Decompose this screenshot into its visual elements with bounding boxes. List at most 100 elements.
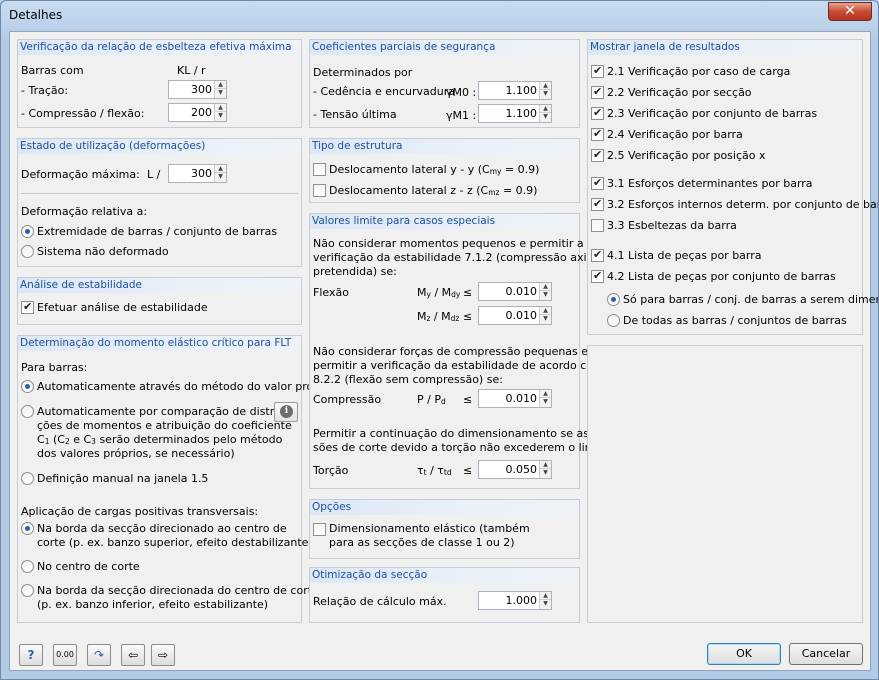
default-settings-button[interactable]: ↷ — [87, 644, 111, 666]
undeformed-system-radio[interactable] — [21, 245, 34, 258]
load-destabilizing-line2[interactable]: corte (p. ex. banzo superior, efeito des… — [37, 536, 313, 549]
sway-z-label[interactable]: Deslocamento lateral z - z (Cmz = 0.9) — [329, 184, 537, 197]
spinner-arrows[interactable]: ▲ ▼ — [539, 283, 551, 300]
up-arrow-icon[interactable]: ▲ — [215, 165, 226, 173]
parts-all-members-radio[interactable] — [607, 314, 620, 327]
cancel-button[interactable]: Cancelar — [789, 643, 863, 665]
result-checkbox-2-3[interactable] — [591, 106, 604, 120]
my-limit-spinner[interactable]: ▲▼ — [478, 282, 552, 301]
down-arrow-icon[interactable]: ▼ — [215, 173, 226, 181]
load-shear-center-label[interactable]: No centro de corte — [37, 560, 140, 573]
gamma-m1-input[interactable] — [479, 105, 540, 122]
load-stabilizing-line1[interactable]: Na borda da secção direcionada do centro… — [37, 584, 319, 597]
result-label-4-2[interactable]: 4.2 Lista de peças por conjunto de barra… — [607, 270, 836, 283]
down-arrow-icon[interactable]: ▼ — [540, 315, 551, 323]
help-button[interactable]: ? — [19, 644, 43, 666]
down-arrow-icon[interactable]: ▼ — [215, 89, 226, 97]
result-label-2-1[interactable]: 2.1 Verificação por caso de carga — [607, 65, 790, 78]
manual-definition-label[interactable]: Definição manual na janela 1.5 — [37, 472, 208, 485]
sway-z-checkbox[interactable] — [313, 184, 326, 197]
up-arrow-icon[interactable]: ▲ — [540, 105, 551, 113]
result-label-3-2[interactable]: 3.2 Esforços internos determ. por conjun… — [607, 198, 878, 211]
spinner-arrows[interactable]: ▲ ▼ — [539, 307, 551, 324]
down-arrow-icon[interactable]: ▼ — [540, 469, 551, 477]
load-destabilizing-line1[interactable]: Na borda da secção direcionado ao centro… — [37, 522, 287, 535]
compression-input[interactable] — [169, 104, 215, 121]
auto-compare-line2[interactable]: ções de momentos e atribuição do coefici… — [37, 419, 292, 432]
load-settings-button[interactable]: ⇦ — [121, 644, 145, 666]
perform-stability-label[interactable]: Efetuar análise de estabilidade — [37, 301, 208, 314]
undeformed-system-label[interactable]: Sistema não deformado — [37, 245, 169, 258]
gamma-m0-input[interactable] — [479, 82, 540, 99]
spinner-arrows[interactable]: ▲ ▼ — [539, 461, 551, 478]
result-checkbox-4-1[interactable] — [591, 248, 604, 262]
auto-compare-line4[interactable]: dos valores próprios, se necessário) — [37, 447, 235, 460]
max-ratio-input[interactable] — [479, 592, 540, 609]
number-format-button[interactable]: 0.00 — [53, 644, 77, 666]
mz-limit-input[interactable] — [479, 307, 540, 324]
spinner-arrows[interactable]: ▲ ▼ — [214, 104, 226, 121]
auto-eigenvalue-label[interactable]: Automaticamente através do método do val… — [37, 380, 335, 393]
result-checkbox-2-1[interactable] — [591, 64, 604, 78]
result-label-4-1[interactable]: 4.1 Lista de peças por barra — [607, 249, 762, 262]
down-arrow-icon[interactable]: ▼ — [540, 113, 551, 121]
up-arrow-icon[interactable]: ▲ — [540, 390, 551, 398]
result-label-2-2[interactable]: 2.2 Verificação por secção — [607, 86, 752, 99]
result-label-2-4[interactable]: 2.4 Verificação por barra — [607, 128, 743, 141]
load-stabilizing-line2[interactable]: (p. ex. banzo inferior, efeito estabiliz… — [37, 598, 268, 611]
up-arrow-icon[interactable]: ▲ — [215, 104, 226, 112]
result-checkbox-4-2[interactable] — [591, 269, 604, 283]
down-arrow-icon[interactable]: ▼ — [540, 291, 551, 299]
up-arrow-icon[interactable]: ▲ — [540, 461, 551, 469]
result-checkbox-3-3[interactable] — [591, 219, 604, 232]
close-button[interactable]: ✕ — [828, 2, 872, 21]
manual-definition-radio[interactable] — [21, 472, 34, 485]
torsion-limit-spinner[interactable]: ▲▼ — [478, 460, 552, 479]
sway-y-checkbox[interactable] — [313, 163, 326, 176]
ok-button[interactable]: OK — [707, 643, 781, 665]
load-destabilizing-radio[interactable] — [21, 522, 34, 535]
my-limit-input[interactable] — [479, 283, 540, 300]
result-checkbox-2-2[interactable] — [591, 85, 604, 99]
parts-only-designed-radio[interactable] — [607, 293, 620, 306]
result-checkbox-2-5[interactable] — [591, 148, 604, 162]
down-arrow-icon[interactable]: ▼ — [540, 90, 551, 98]
result-label-2-3[interactable]: 2.3 Verificação por conjunto de barras — [607, 107, 817, 120]
up-arrow-icon[interactable]: ▲ — [540, 283, 551, 291]
elastic-design-checkbox[interactable] — [313, 523, 326, 536]
traction-input[interactable] — [169, 81, 215, 98]
spinner-arrows[interactable]: ▲ ▼ — [539, 390, 551, 407]
relative-to-members-label[interactable]: Extremidade de barras / conjunto de barr… — [37, 225, 277, 238]
info-button[interactable]: i — [274, 402, 298, 422]
load-shear-center-radio[interactable] — [21, 560, 34, 573]
down-arrow-icon[interactable]: ▼ — [540, 600, 551, 608]
save-settings-button[interactable]: ⇨ — [151, 644, 175, 666]
down-arrow-icon[interactable]: ▼ — [540, 398, 551, 406]
elastic-design-line2[interactable]: para as secções de classe 1 ou 2) — [329, 536, 515, 549]
max-deformation-spinner[interactable]: ▲▼ — [168, 164, 227, 183]
max-deformation-input[interactable] — [169, 165, 215, 182]
compression-limit-spinner[interactable]: ▲▼ — [478, 389, 552, 408]
result-checkbox-3-2[interactable] — [591, 197, 604, 211]
spinner-arrows[interactable]: ▲ ▼ — [539, 82, 551, 99]
down-arrow-icon[interactable]: ▼ — [215, 112, 226, 120]
auto-compare-radio[interactable] — [21, 405, 34, 418]
torsion-limit-input[interactable] — [479, 461, 540, 478]
result-label-3-1[interactable]: 3.1 Esforços determinantes por barra — [607, 177, 813, 190]
result-label-2-5[interactable]: 2.5 Verificação por posição x — [607, 149, 766, 162]
result-label-3-3[interactable]: 3.3 Esbeltezas da barra — [607, 219, 737, 232]
auto-compare-line1[interactable]: Automaticamente por comparação de distri… — [37, 405, 298, 418]
perform-stability-checkbox[interactable] — [21, 300, 34, 314]
parts-only-designed-label[interactable]: Só para barras / conj. de barras a serem… — [623, 293, 878, 306]
spinner-arrows[interactable]: ▲ ▼ — [539, 105, 551, 122]
up-arrow-icon[interactable]: ▲ — [540, 82, 551, 90]
auto-eigenvalue-radio[interactable] — [21, 380, 34, 393]
spinner-arrows[interactable]: ▲ ▼ — [214, 165, 226, 182]
max-ratio-spinner[interactable]: ▲▼ — [478, 591, 552, 610]
load-stabilizing-radio[interactable] — [21, 584, 34, 597]
sway-y-label[interactable]: Deslocamento lateral y - y (Cmy = 0.9) — [329, 163, 539, 176]
result-checkbox-3-1[interactable] — [591, 176, 604, 190]
relative-to-members-radio[interactable] — [21, 225, 34, 238]
mz-limit-spinner[interactable]: ▲▼ — [478, 306, 552, 325]
traction-spinner[interactable]: ▲▼ — [168, 80, 227, 99]
